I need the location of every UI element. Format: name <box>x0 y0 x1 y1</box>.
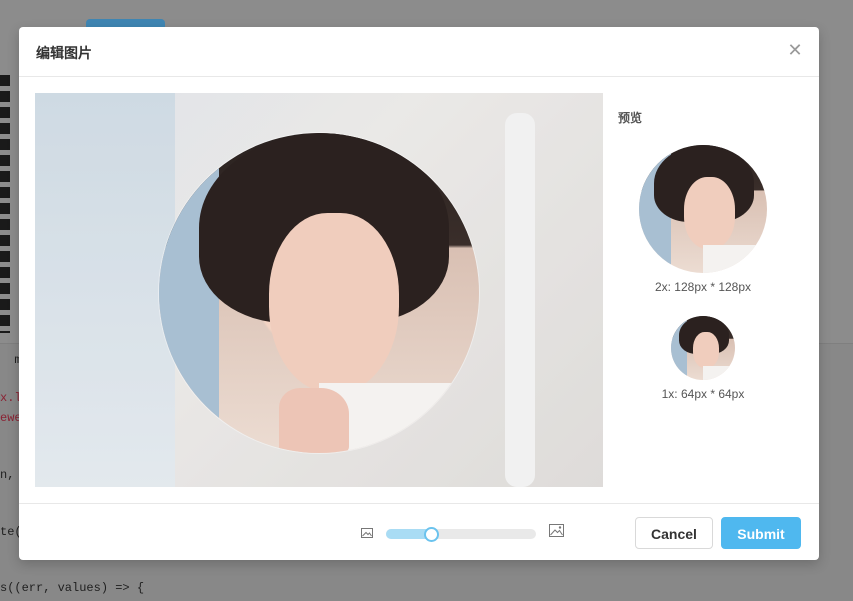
submit-button[interactable]: Submit <box>721 517 801 549</box>
photo-face <box>269 213 399 393</box>
preview-large-avatar <box>639 145 767 273</box>
preview-title: 预览 <box>618 111 643 125</box>
preview-small-avatar <box>671 316 735 380</box>
close-icon[interactable]: ✕ <box>783 38 807 62</box>
cancel-button[interactable]: Cancel <box>635 517 713 549</box>
image-large-icon[interactable] <box>549 524 564 537</box>
modal-header: 编辑图片 ✕ <box>19 27 819 77</box>
photo-shirt <box>703 244 767 273</box>
photo-hand <box>279 388 349 453</box>
modal-footer: Cancel Submit <box>19 503 819 561</box>
image-crop-editor[interactable] <box>35 93 603 487</box>
photo-sky <box>159 133 219 453</box>
photo-face <box>693 332 719 368</box>
preview-large-caption: 2x: 128px * 128px <box>654 280 752 294</box>
crop-area-circle[interactable] <box>159 133 479 453</box>
edit-image-modal: 编辑图片 ✕ 预览 2x: 128px * 128px 1x: 64px * 6… <box>19 27 819 560</box>
modal-title: 编辑图片 <box>36 45 92 61</box>
image-small-icon[interactable] <box>361 528 373 538</box>
photo-shirt <box>703 365 735 380</box>
zoom-slider-handle[interactable] <box>424 527 439 542</box>
preview-small-caption: 1x: 64px * 64px <box>661 387 745 401</box>
photo-face <box>683 177 735 249</box>
zoom-slider[interactable] <box>386 527 536 542</box>
